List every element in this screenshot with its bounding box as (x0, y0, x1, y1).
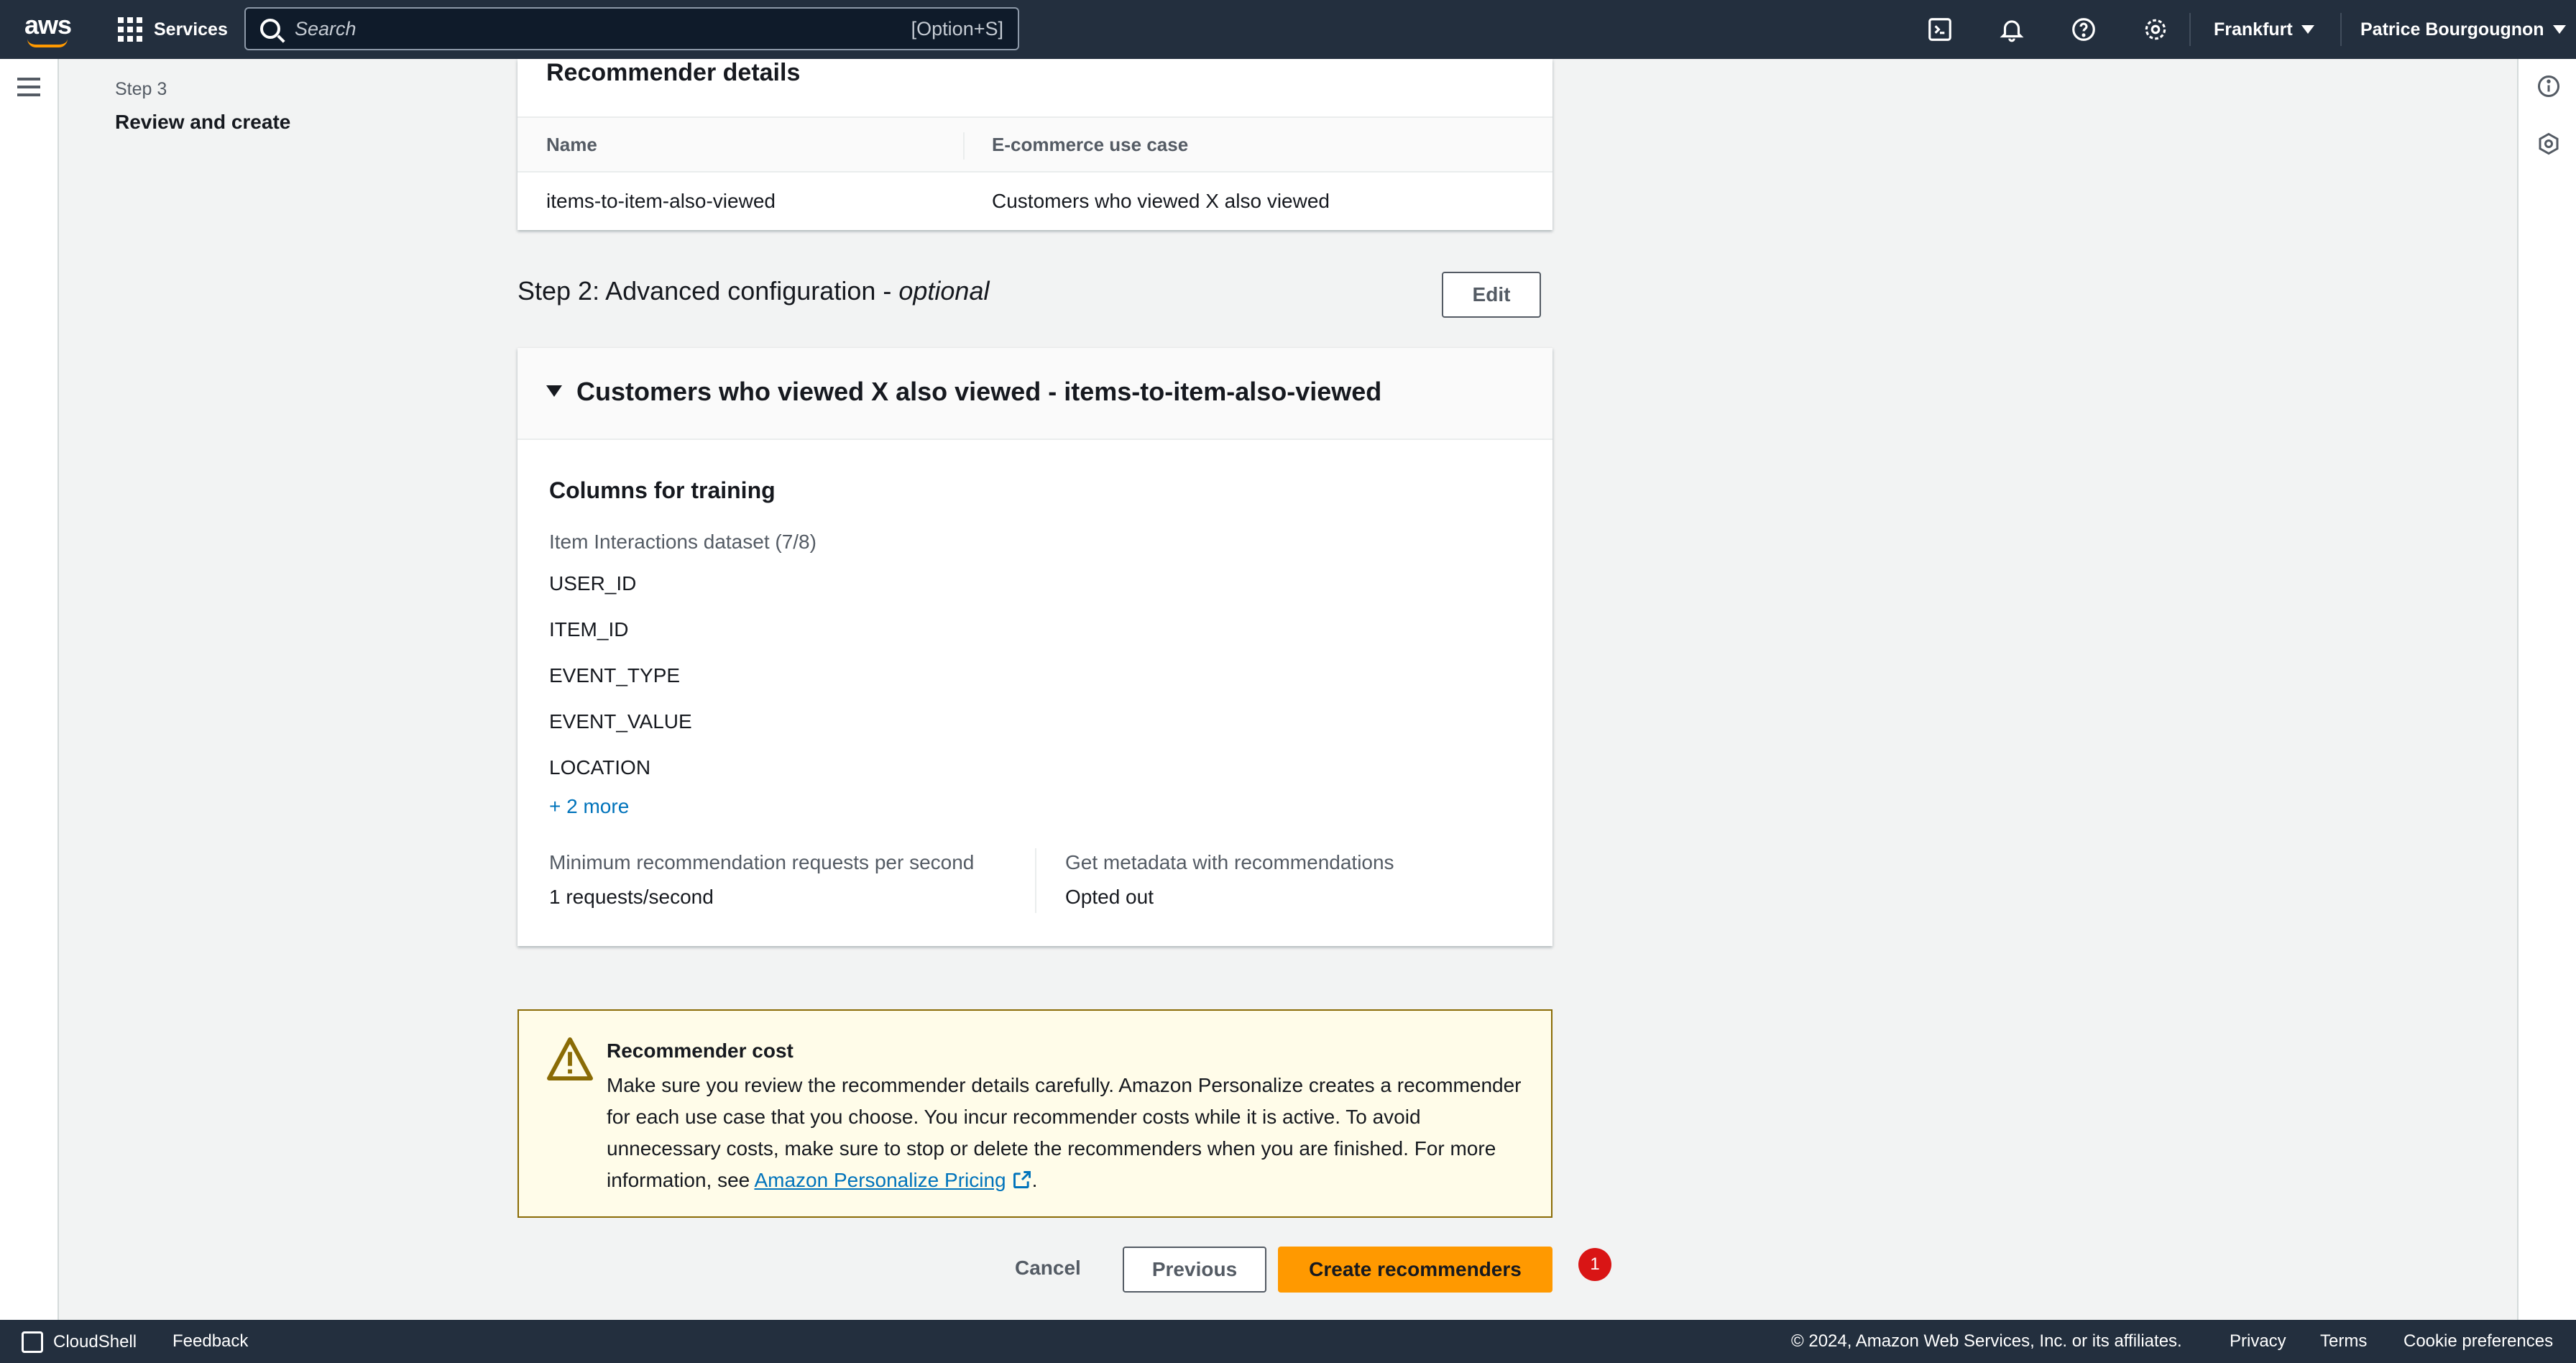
aws-logo-text: aws (24, 10, 72, 40)
right-tools-rail (2517, 59, 2576, 1320)
column-item: EVENT_VALUE (549, 710, 692, 733)
expandable-section-title: Customers who viewed X also viewed - ite… (576, 377, 1382, 406)
cancel-button[interactable]: Cancel (1015, 1257, 1081, 1280)
tutorial-icon[interactable] (2536, 131, 2562, 157)
show-more-link[interactable]: + 2 more (549, 795, 629, 818)
terms-link[interactable]: Terms (2320, 1331, 2367, 1351)
search-shortcut-hint: [Option+S] (911, 17, 1003, 40)
account-menu[interactable]: Patrice Bourgougnon (2360, 0, 2566, 59)
feedback-link[interactable]: Feedback (172, 1331, 248, 1351)
key-value-divider (1035, 848, 1036, 913)
column-item: EVENT_TYPE (549, 664, 681, 687)
help-icon[interactable] (2069, 14, 2099, 45)
alert-title: Recommender cost (607, 1040, 794, 1062)
table-header: Name E-commerce use case (518, 116, 1552, 173)
info-icon[interactable] (2536, 73, 2562, 99)
column-header-name: Name (546, 134, 597, 155)
cloudshell-icon (22, 1331, 43, 1353)
topbar-divider (2340, 13, 2342, 46)
region-selector[interactable]: Frankfurt (2214, 0, 2314, 59)
edit-button[interactable]: Edit (1442, 272, 1541, 318)
dataset-label: Item Interactions dataset (7/8) (549, 531, 816, 553)
step2-optional: optional (898, 276, 990, 306)
notification-badge: 1 (1578, 1248, 1611, 1281)
step2-title: Step 2: Advanced configuration - (518, 276, 899, 306)
cloudshell-button[interactable]: CloudShell (22, 1331, 137, 1353)
settings-gear-icon[interactable] (2140, 14, 2171, 45)
footer-bar: CloudShell Feedback © 2024, Amazon Web S… (0, 1320, 2576, 1363)
left-navigation-rail (0, 59, 59, 1320)
column-divider (963, 132, 965, 160)
notifications-bell-icon[interactable] (1997, 14, 2027, 45)
pricing-link-label: Amazon Personalize Pricing (754, 1169, 1006, 1191)
wizard-step-title[interactable]: Review and create (115, 111, 290, 134)
pricing-link[interactable]: Amazon Personalize Pricing (754, 1169, 1031, 1191)
grid-icon (118, 17, 142, 42)
services-menu-button[interactable]: Services (118, 0, 228, 59)
table-cell-name: items-to-item-also-viewed (546, 190, 776, 212)
cloudshell-label: CloudShell (53, 1332, 137, 1351)
table-cell-use-case: Customers who viewed X also viewed (992, 190, 1330, 212)
privacy-link[interactable]: Privacy (2230, 1331, 2286, 1351)
wizard-step-number: Step 3 (115, 79, 167, 99)
account-name: Patrice Bourgougnon (2360, 19, 2544, 40)
services-label: Services (154, 19, 228, 40)
chevron-down-icon (2301, 25, 2314, 34)
cloudshell-icon[interactable] (1925, 14, 1955, 45)
expandable-section-header[interactable]: Customers who viewed X also viewed - ite… (518, 348, 1552, 440)
create-recommenders-button[interactable]: Create recommenders (1278, 1247, 1552, 1293)
cookie-preferences-link[interactable]: Cookie preferences (2404, 1331, 2553, 1351)
external-link-icon (1013, 1171, 1031, 1188)
previous-button[interactable]: Previous (1123, 1247, 1266, 1293)
columns-for-training-title: Columns for training (549, 477, 776, 503)
column-item: USER_ID (549, 572, 637, 595)
top-navigation-bar: aws Services Search [Option+S] Frankfurt… (0, 0, 2576, 59)
caret-down-icon (546, 385, 562, 397)
recommender-cost-alert: Recommender cost Make sure you review th… (518, 1009, 1552, 1218)
region-label: Frankfurt (2214, 19, 2293, 40)
column-item: LOCATION (549, 756, 651, 779)
alert-body: Make sure you review the recommender det… (607, 1070, 1534, 1196)
alert-body-text: Make sure you review the recommender det… (607, 1074, 1522, 1191)
column-header-use-case: E-commerce use case (992, 134, 1189, 155)
min-requests-label: Minimum recommendation requests per seco… (549, 851, 975, 873)
metadata-label: Get metadata with recommendations (1065, 851, 1394, 873)
search-icon (260, 19, 280, 39)
copyright-text: © 2024, Amazon Web Services, Inc. or its… (1791, 1331, 2182, 1351)
menu-hamburger-icon[interactable] (17, 78, 40, 96)
aws-logo[interactable]: aws (24, 10, 72, 49)
column-item: ITEM_ID (549, 618, 629, 641)
search-placeholder: Search (295, 17, 356, 40)
search-input[interactable]: Search [Option+S] (244, 7, 1019, 50)
warning-icon (547, 1037, 593, 1081)
recommender-details-header: Recommender details (546, 59, 801, 86)
aws-smile-icon (27, 39, 68, 47)
min-requests-value: 1 requests/second (549, 886, 714, 908)
recommender-details-panel: Recommender details Name E-commerce use … (518, 59, 1552, 230)
advanced-configuration-panel: Customers who viewed X also viewed - ite… (518, 348, 1552, 946)
alert-body-end: . (1031, 1169, 1038, 1191)
metadata-value: Opted out (1065, 886, 1154, 908)
chevron-down-icon (2552, 25, 2566, 34)
step2-heading: Step 2: Advanced configuration - optiona… (518, 276, 989, 306)
topbar-divider (2189, 13, 2191, 46)
